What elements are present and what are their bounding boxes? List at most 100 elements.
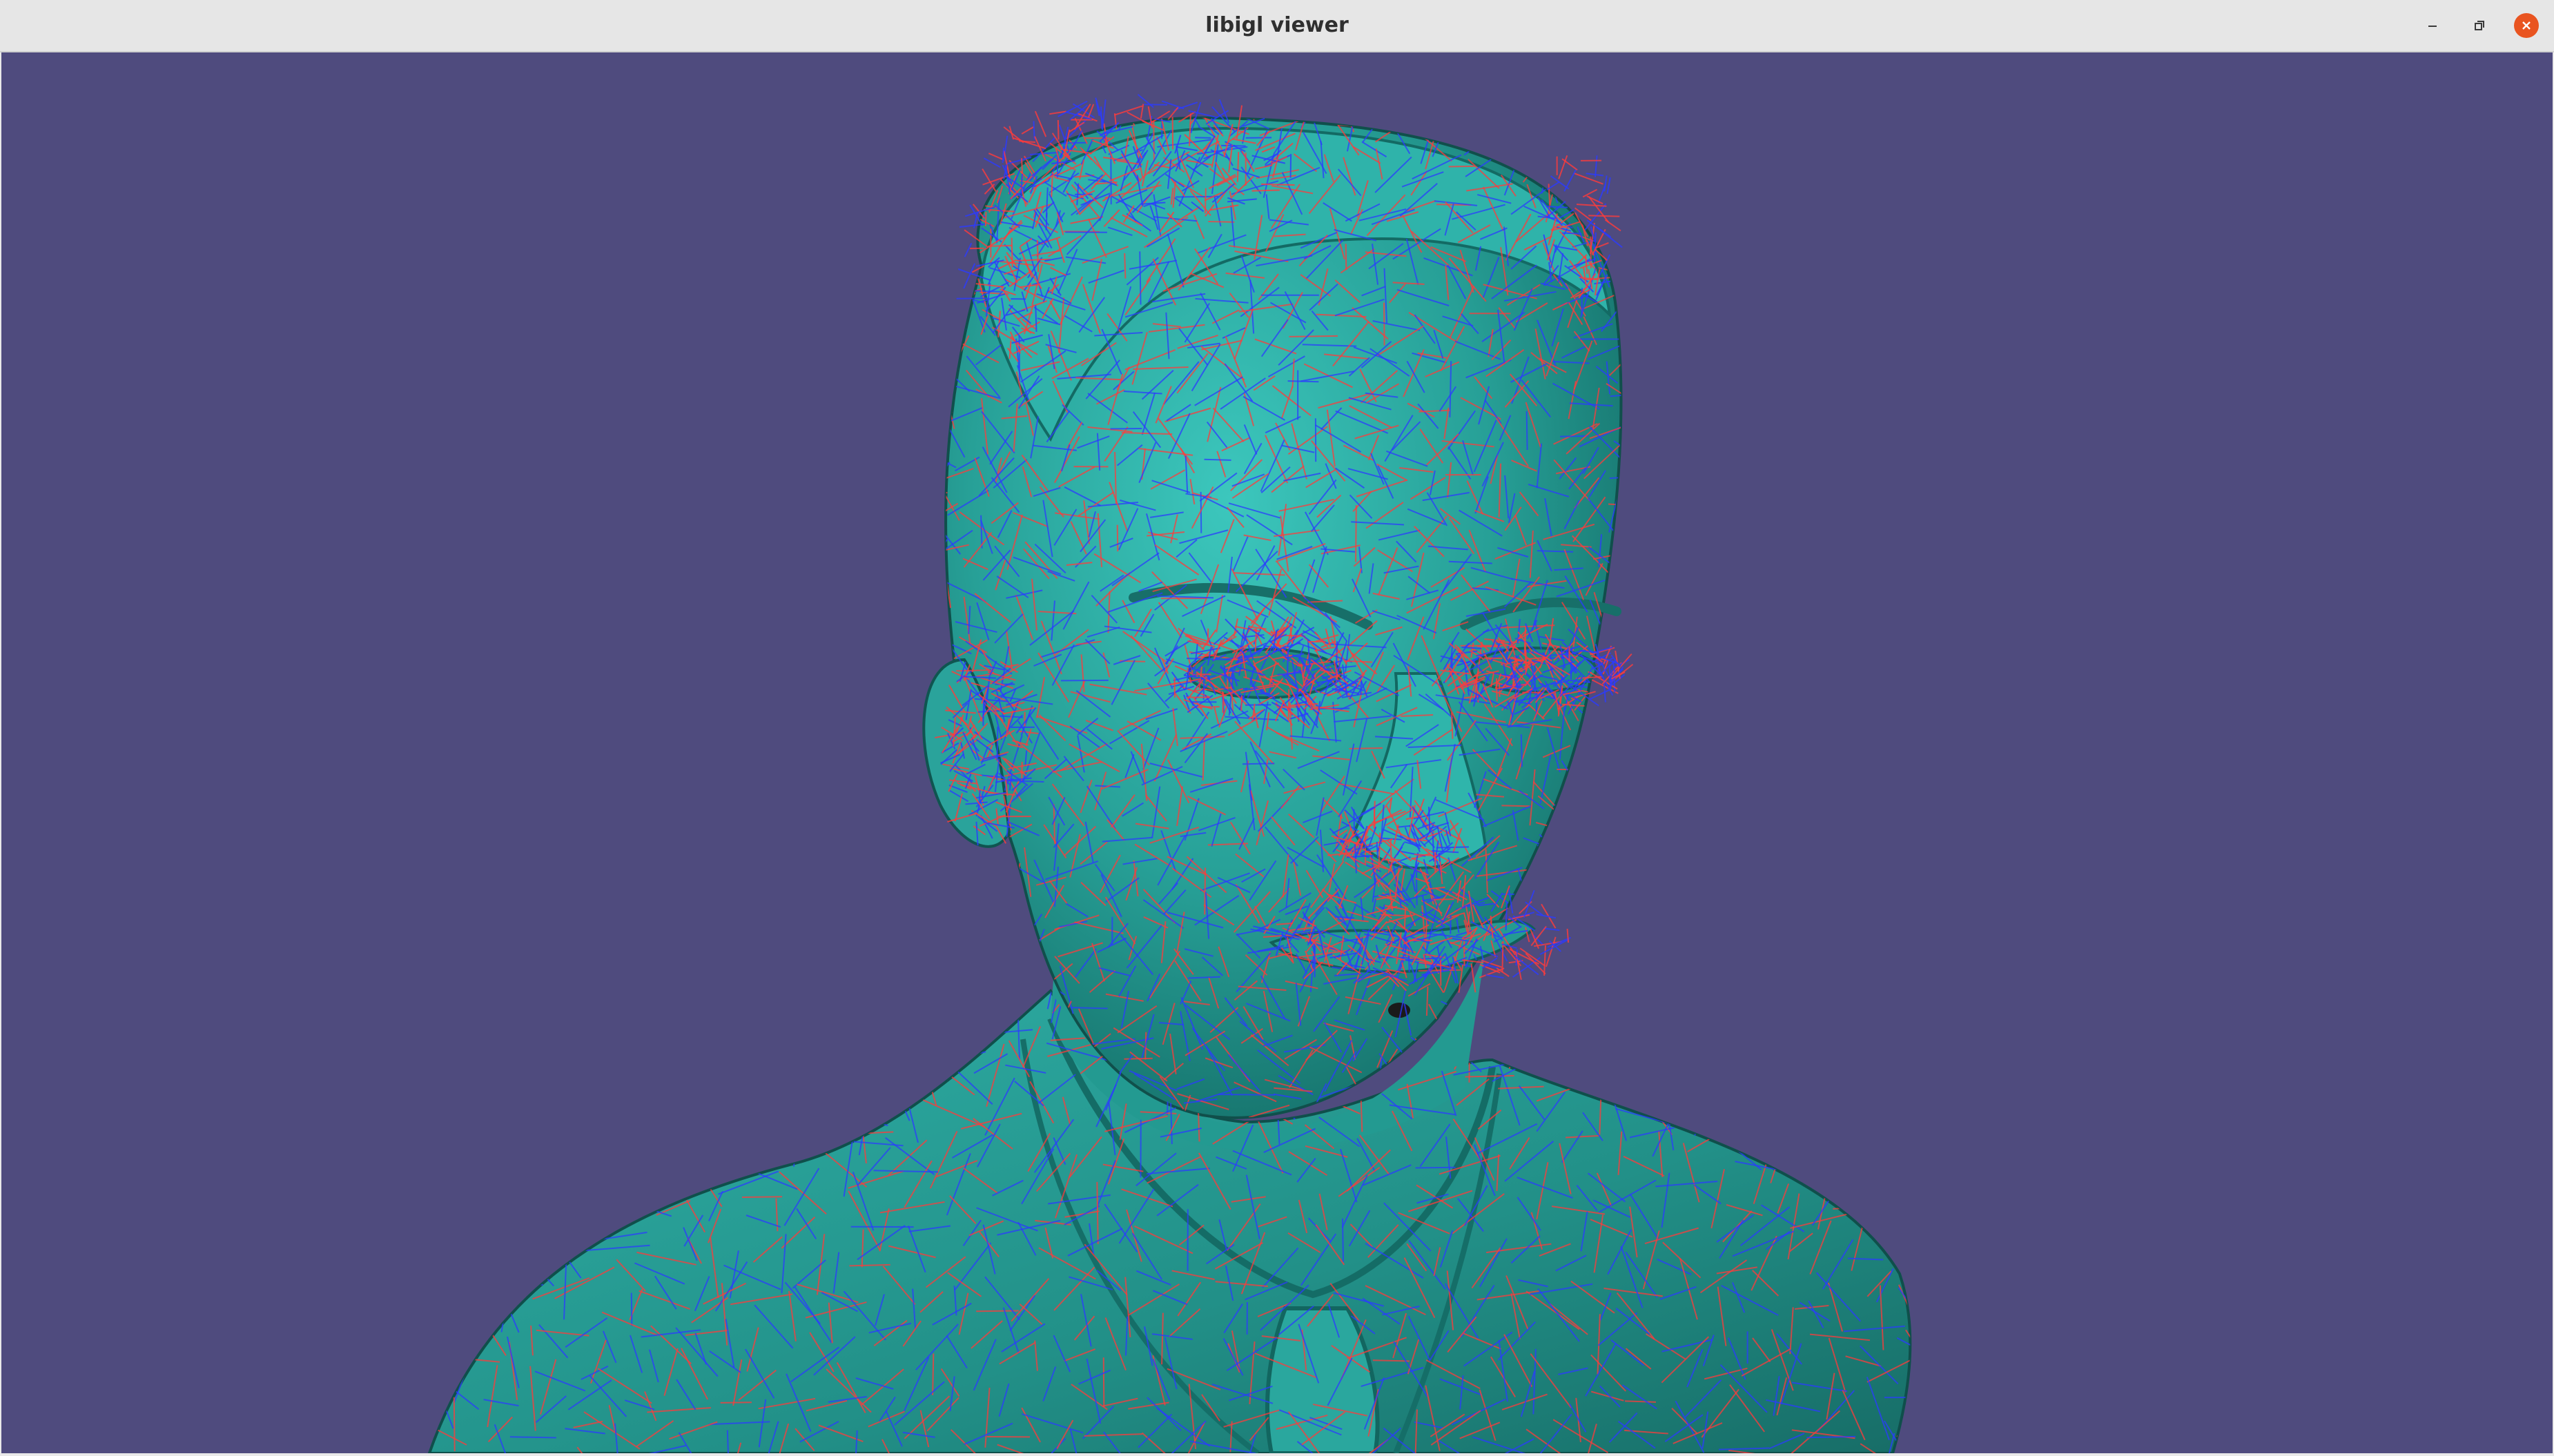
field-stroke	[946, 996, 981, 1005]
field-stroke	[1535, 871, 1579, 887]
field-stroke	[815, 1051, 836, 1086]
field-stroke	[463, 1269, 511, 1299]
field-stroke	[970, 983, 1001, 1014]
field-stroke	[1603, 175, 1608, 192]
field-stroke	[1554, 804, 1586, 814]
field-stroke	[1543, 1038, 1579, 1067]
field-stroke	[1790, 1124, 1813, 1157]
field-stroke	[1613, 1048, 1621, 1096]
field-stroke	[946, 204, 956, 237]
field-stroke	[832, 1110, 888, 1127]
field-stroke	[1538, 117, 1541, 126]
field-stroke	[706, 1070, 741, 1110]
close-button[interactable]	[2514, 13, 2539, 38]
field-stroke	[520, 1044, 556, 1072]
3d-viewport[interactable]	[1, 52, 2553, 1453]
field-stroke	[1755, 1036, 1761, 1090]
field-stroke	[666, 1093, 729, 1112]
field-stroke	[1850, 1083, 1890, 1088]
field-stroke	[1830, 1120, 1856, 1170]
field-stroke	[946, 967, 948, 992]
field-stroke	[997, 974, 1004, 1000]
field-stroke	[429, 1359, 433, 1417]
field-stroke	[1815, 991, 1820, 1032]
field-stroke	[496, 1194, 558, 1203]
field-stroke	[735, 1019, 777, 1041]
field-stroke	[513, 1058, 527, 1114]
field-stroke	[918, 553, 940, 582]
field-stroke	[1018, 987, 1024, 1016]
field-stroke	[489, 1094, 540, 1106]
field-stroke	[1372, 1359, 1410, 1362]
title-bar[interactable]: libigl viewer	[0, 0, 2554, 52]
field-stroke	[1612, 569, 1621, 603]
field-stroke	[1534, 1054, 1591, 1061]
field-stroke	[1017, 924, 1022, 963]
field-stroke	[989, 967, 1008, 1005]
field-stroke	[646, 1174, 650, 1211]
field-stroke	[1579, 967, 1621, 973]
field-stroke	[946, 1041, 980, 1048]
field-stroke	[801, 1068, 837, 1113]
field-stroke	[1864, 1185, 1900, 1206]
field-stroke	[563, 1222, 574, 1258]
field-stroke	[516, 991, 561, 1021]
field-stroke	[1567, 886, 1619, 907]
field-stroke	[1265, 108, 1298, 109]
field-stroke	[1349, 747, 1383, 750]
field-stroke	[612, 1053, 646, 1063]
field-stroke	[1563, 168, 1577, 192]
field-stroke	[922, 846, 939, 877]
field-stroke	[946, 904, 966, 918]
field-stroke	[1732, 1063, 1779, 1110]
field-stroke	[727, 1044, 741, 1093]
field-stroke	[429, 1194, 446, 1237]
field-stroke	[906, 419, 942, 424]
field-stroke	[614, 1197, 672, 1217]
field-stroke	[404, 1098, 422, 1152]
field-stroke	[1590, 892, 1621, 896]
field-stroke	[1625, 914, 1635, 956]
field-stroke	[1245, 137, 1272, 139]
field-stroke	[968, 981, 988, 1001]
restore-button[interactable]	[2467, 13, 2492, 38]
field-stroke	[899, 201, 930, 237]
minimize-button[interactable]	[2420, 13, 2445, 38]
field-stroke	[1619, 1068, 1621, 1090]
field-stroke	[908, 585, 918, 617]
field-stroke	[913, 456, 933, 487]
field-stroke	[1594, 155, 1598, 177]
field-stroke	[1473, 131, 1499, 141]
field-stroke	[934, 1014, 943, 1065]
field-stroke	[1588, 978, 1621, 988]
field-stroke	[614, 991, 621, 1016]
field-stroke	[791, 1025, 817, 1068]
field-stroke	[1034, 110, 1047, 137]
field-stroke	[1637, 1025, 1671, 1057]
field-stroke	[1104, 117, 1120, 119]
field-stroke	[750, 1021, 761, 1075]
field-stroke	[835, 991, 874, 1021]
field-stroke	[429, 1267, 435, 1321]
field-stroke	[545, 1223, 584, 1246]
field-stroke	[583, 1148, 616, 1177]
field-stroke	[1494, 126, 1536, 138]
field-stroke	[1905, 1083, 1911, 1123]
field-stroke	[970, 1015, 975, 1051]
field-stroke	[949, 117, 976, 136]
field-stroke	[485, 1138, 517, 1153]
field-stroke	[1002, 147, 1004, 164]
field-stroke	[946, 484, 948, 494]
field-stroke	[1536, 914, 1557, 919]
field-stroke	[960, 134, 991, 164]
field-stroke	[1543, 957, 1584, 961]
field-stroke	[946, 1003, 982, 1031]
field-stroke	[1583, 1044, 1611, 1059]
field-stroke	[1581, 722, 1621, 745]
field-stroke	[946, 117, 957, 146]
field-stroke	[947, 153, 977, 158]
field-stroke	[1615, 575, 1621, 624]
field-stroke	[814, 1044, 866, 1075]
field-stroke	[1118, 117, 1135, 126]
field-stroke	[429, 1168, 443, 1181]
